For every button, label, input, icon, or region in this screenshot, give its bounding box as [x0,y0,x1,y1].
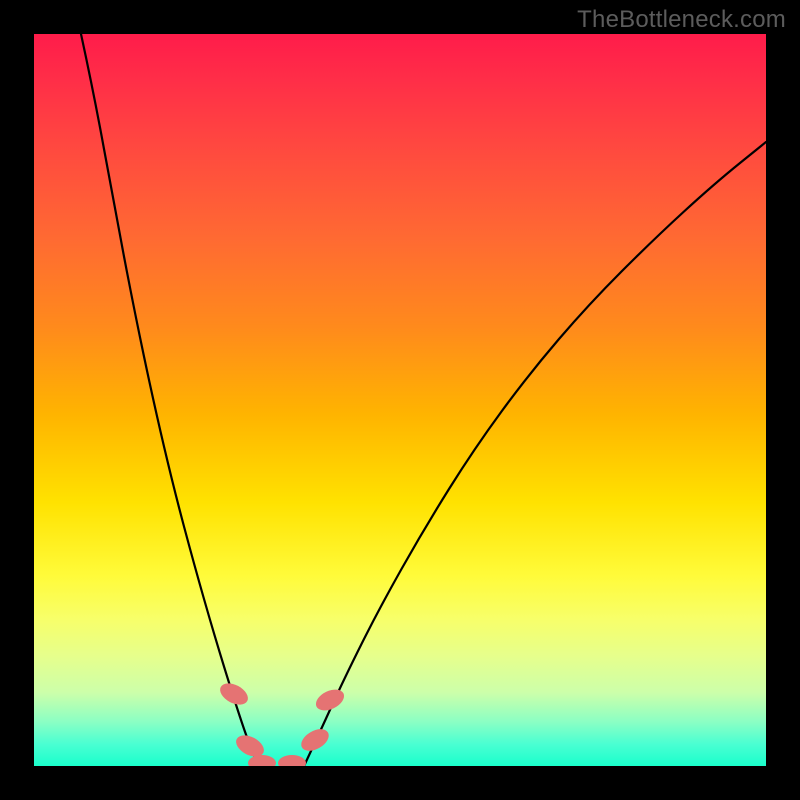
left-curve [81,34,259,766]
curve-layer [34,34,766,766]
marker-group [217,679,348,766]
plot-area [34,34,766,766]
watermark-text: TheBottleneck.com [577,6,786,34]
marker-floor-left [248,755,276,766]
marker-left-top [217,679,252,709]
chart-frame: TheBottleneck.com [0,0,800,800]
right-curve [304,142,766,766]
marker-floor-right [278,755,306,766]
marker-right-bottom [298,725,333,756]
